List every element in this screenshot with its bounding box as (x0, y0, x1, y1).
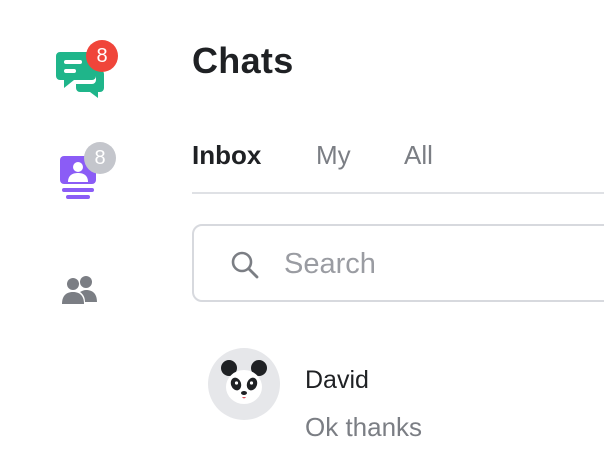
search-input[interactable] (284, 244, 584, 284)
nav-tickets[interactable]: 8 (50, 142, 116, 206)
chat-contact-name: David (305, 366, 369, 394)
panda-avatar-icon (221, 360, 267, 404)
search-icon (231, 251, 259, 279)
avatar (208, 348, 280, 420)
page-title: Chats (192, 40, 294, 81)
chats-panel: Chats Inbox My All Search David Ok thank… (192, 0, 604, 472)
tab-my[interactable]: My (316, 140, 351, 171)
chat-list-item[interactable]: David Ok thanks (192, 340, 604, 450)
tab-inbox[interactable]: Inbox (192, 140, 261, 171)
chat-last-message: Ok thanks (305, 412, 423, 442)
people-icon (62, 276, 97, 304)
search-box[interactable] (192, 224, 604, 302)
nav-people[interactable] (50, 258, 114, 322)
chat-tabs: Inbox My All (192, 138, 604, 194)
nav-chats[interactable]: 8 (50, 40, 118, 104)
chat-app: 8 8 Chats Inbox My All Search David Ok t… (0, 0, 604, 472)
tickets-unread-badge: 8 (84, 142, 116, 174)
nav-rail: 8 8 (0, 0, 160, 472)
chats-unread-badge: 8 (86, 40, 118, 72)
tab-all[interactable]: All (404, 140, 433, 171)
